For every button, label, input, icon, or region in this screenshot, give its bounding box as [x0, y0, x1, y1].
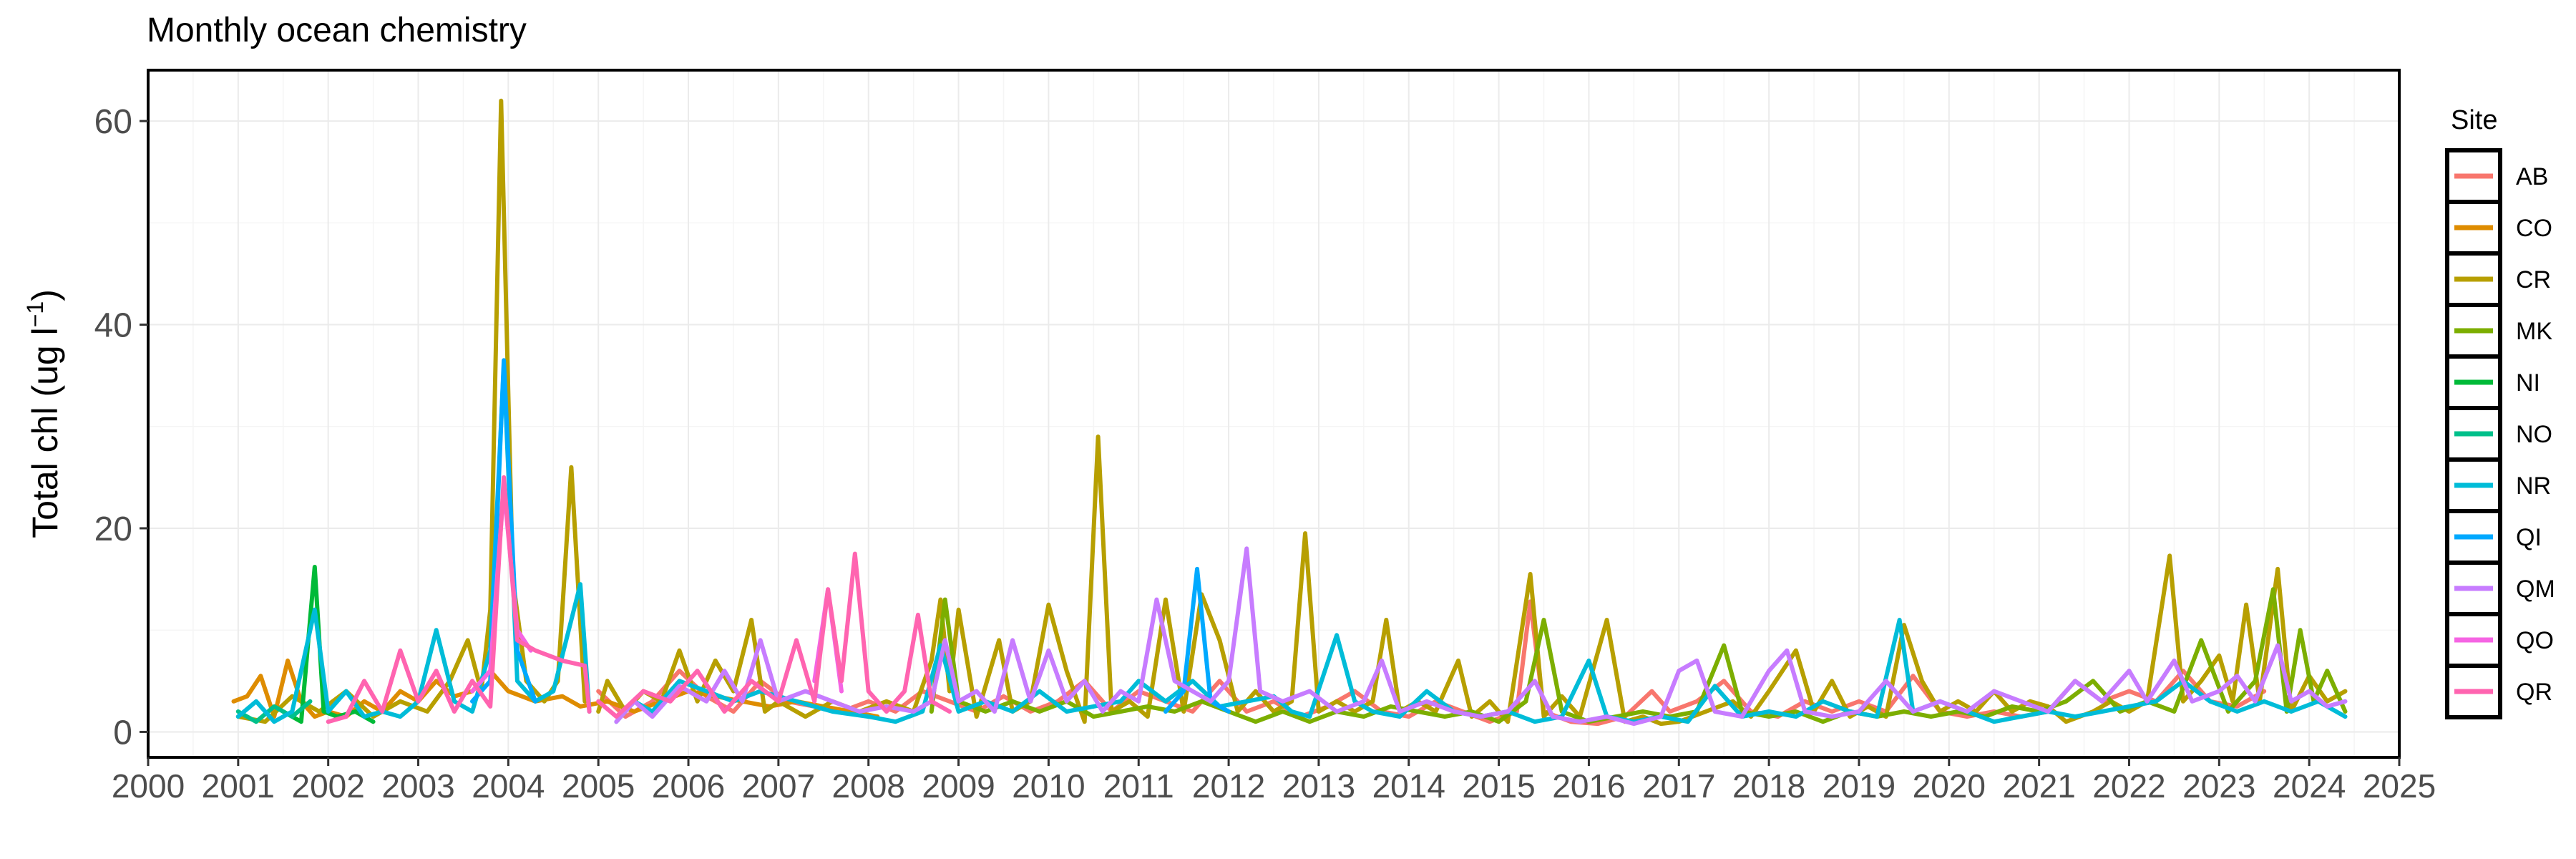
legend-label-nr: NR [2516, 472, 2551, 500]
x-tick-label: 2013 [1282, 767, 1355, 805]
chart-title: Monthly ocean chemistry [147, 11, 527, 49]
x-tick-label: 2019 [1823, 767, 1896, 805]
y-tick-label: 20 [94, 510, 132, 548]
x-tick-label: 2012 [1192, 767, 1265, 805]
y-tick-label: 40 [94, 307, 132, 345]
legend-label-qr: QR [2516, 679, 2552, 706]
legend-label-co: CO [2516, 215, 2552, 242]
x-tick-label: 2023 [2182, 767, 2255, 805]
legend-label-qo: QO [2516, 627, 2554, 654]
x-tick-label: 2011 [1103, 767, 1174, 805]
y-tick-label: 60 [94, 103, 132, 141]
chart: Monthly ocean chemistry 0 20 40 60 2000 2001 2… [0, 0, 2576, 859]
x-tick-label: 2016 [1552, 767, 1625, 805]
legend-label-ni: NI [2516, 369, 2540, 397]
legend-label-no: NO [2516, 421, 2552, 448]
x-tick-label: 2008 [832, 767, 905, 805]
x-tick-label: 2001 [202, 767, 275, 805]
x-tick-label: 2024 [2273, 767, 2346, 805]
x-tick-label: 2004 [472, 767, 545, 805]
chart-background [0, 0, 2576, 859]
x-tick-label: 2006 [652, 767, 725, 805]
x-tick-label: 2002 [292, 767, 365, 805]
x-tick-label: 2014 [1372, 767, 1445, 805]
x-tick-label: 2018 [1732, 767, 1805, 805]
y-tick-label: 0 [113, 714, 132, 752]
x-tick-label: 2000 [112, 767, 185, 805]
x-tick-label: 2021 [2002, 767, 2075, 805]
x-tick-label: 2003 [381, 767, 454, 805]
legend-label-ab: AB [2516, 163, 2548, 190]
legend-label-qi: QI [2516, 524, 2542, 551]
x-tick-label: 2005 [562, 767, 635, 805]
legend-label-cr: CR [2516, 266, 2551, 293]
legend-title: Site [2451, 105, 2497, 135]
x-tick-label: 2022 [2092, 767, 2165, 805]
x-tick-label: 2015 [1462, 767, 1535, 805]
x-tick-label: 2009 [922, 767, 995, 805]
x-tick-label: 2020 [1913, 767, 1986, 805]
x-tick-label: 2017 [1642, 767, 1715, 805]
legend-label-qm: QM [2516, 576, 2555, 603]
x-tick-label: 2025 [2363, 767, 2436, 805]
x-tick-label: 2007 [742, 767, 815, 805]
x-tick-label: 2010 [1012, 767, 1085, 805]
legend-label-mk: MK [2516, 318, 2552, 345]
